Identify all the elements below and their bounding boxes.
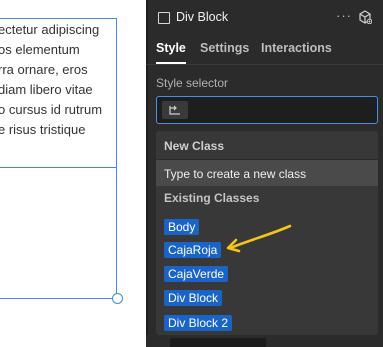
more-horizontal-icon[interactable]: ··· — [336, 8, 352, 23]
tab-style[interactable]: Style — [156, 41, 186, 55]
selected-paragraph-box[interactable]: ectetur adipiscing os elementum rra orna… — [0, 18, 117, 168]
div-block-outline[interactable] — [0, 168, 117, 299]
bottom-bar — [170, 338, 266, 347]
designer-canvas[interactable]: ectetur adipiscing os elementum rra orna… — [0, 0, 146, 347]
paragraph-line: ectetur adipiscing — [0, 22, 100, 37]
active-tab-indicator — [156, 62, 186, 64]
class-option-cajaverde[interactable]: CajaVerde — [164, 266, 229, 282]
create-class-hint: Type to create a new class — [164, 167, 307, 181]
paragraph-line: o cursus id rutrum — [0, 102, 103, 117]
panel-header: Div Block ··· — [146, 0, 383, 36]
class-option-cajaroja[interactable]: CajaRoja — [164, 242, 222, 258]
style-selector-label: Style selector — [156, 76, 229, 90]
annotation-arrow-icon — [226, 224, 292, 253]
selector-arrow-icon — [169, 105, 180, 115]
existing-classes-header: Existing Classes — [164, 191, 260, 205]
new-class-header: New Class — [164, 139, 225, 153]
tab-interactions[interactable]: Interactions — [261, 41, 332, 55]
paragraph-line: diam libero vitae — [0, 82, 93, 97]
tab-settings[interactable]: Settings — [200, 41, 249, 55]
class-option-div-block-2[interactable]: Div Block 2 — [164, 315, 233, 331]
class-option-body[interactable]: Body — [164, 219, 200, 235]
style-panel: Div Block ··· Style Settings Interaction… — [146, 0, 383, 347]
selector-token-button[interactable] — [162, 101, 188, 119]
selected-element-name: Div Block — [176, 10, 229, 24]
style-selector-input[interactable] — [156, 96, 378, 124]
create-class-hint-row[interactable]: Type to create a new class — [156, 160, 378, 186]
paragraph-line: os elementum — [0, 42, 80, 57]
paragraph-line: e risus tristique — [0, 122, 86, 137]
paragraph-line: rra ornare, eros — [0, 62, 88, 77]
panel-tabs: Style Settings Interactions — [146, 36, 383, 65]
component-icon[interactable] — [358, 10, 372, 24]
resize-handle[interactable] — [112, 293, 123, 304]
class-option-div-block[interactable]: Div Block — [164, 290, 223, 306]
div-block-icon — [158, 12, 170, 24]
new-class-section: New Class — [156, 131, 378, 160]
paragraph-text: ectetur adipiscing os elementum rra orna… — [0, 20, 126, 140]
